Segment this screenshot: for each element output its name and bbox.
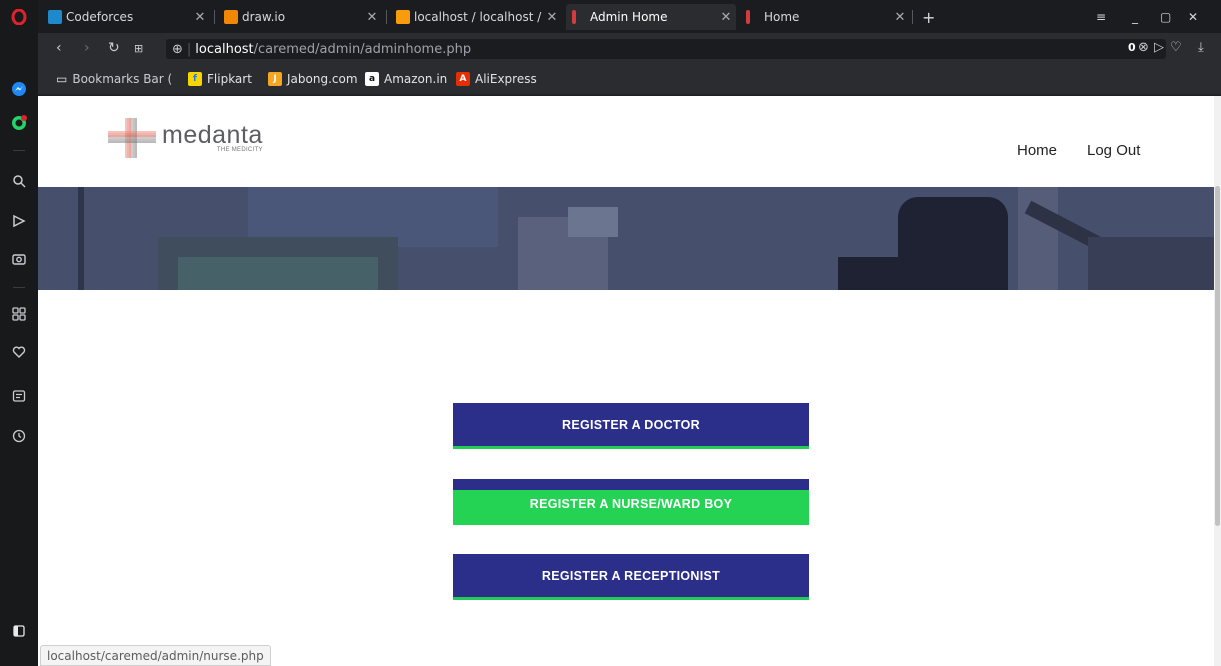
bookmark-label: Amazon.in [384, 72, 448, 86]
reload-icon[interactable]: ↻ [108, 40, 120, 56]
browser-sidebar [0, 0, 38, 666]
restore-icon[interactable]: ▢ [1154, 4, 1174, 30]
close-icon[interactable]: ✕ [716, 10, 736, 25]
heart-icon[interactable] [0, 341, 38, 363]
camera-icon[interactable] [0, 248, 38, 270]
amazon-icon: a [365, 72, 379, 86]
opera-logo-icon[interactable] [0, 6, 38, 28]
url-field[interactable]: ⊕ | localhost/caremed/admin/adminhome.ph… [166, 39, 1166, 59]
link-status-bar: localhost/caremed/admin/nurse.php [40, 645, 271, 666]
page-scrollbar[interactable] [1214, 96, 1221, 666]
bookmark-label: Flipkart [207, 72, 252, 86]
nav-logout-link[interactable]: Log Out [1087, 142, 1140, 159]
tab-strip: Codeforces ✕ draw.io ✕ localhost / local… [38, 0, 1221, 33]
tab-admin-home[interactable]: Admin Home ✕ [566, 4, 736, 30]
button-label: REGISTER A NURSE/WARD BOY [529, 497, 733, 511]
codeforces-favicon-icon [48, 10, 62, 24]
bookmark-label: Bookmarks Bar ( [72, 72, 173, 86]
tab-menu-icon[interactable]: ≡ [1090, 4, 1110, 30]
forward-icon[interactable]: › [84, 40, 90, 56]
back-icon[interactable]: ‹ [56, 40, 62, 56]
close-icon[interactable]: ✕ [890, 10, 910, 25]
flipkart-icon: f [188, 72, 202, 86]
bookmark-amazon[interactable]: a Amazon.in [365, 72, 447, 86]
register-doctor-button[interactable]: REGISTER A DOCTOR [453, 403, 809, 449]
history-icon[interactable] [0, 425, 38, 447]
new-tab-button[interactable]: + [916, 4, 940, 30]
send-icon[interactable] [0, 210, 38, 232]
globe-icon: ⊕ [172, 41, 183, 57]
tab-title: Home [764, 10, 800, 24]
sidebar-divider [13, 150, 25, 151]
register-receptionist-button[interactable]: REGISTER A RECEPTIONIST [453, 554, 809, 600]
tab-codeforces[interactable]: Codeforces ✕ [42, 4, 210, 30]
hero-banner [38, 187, 1214, 290]
jabong-icon: J [268, 72, 282, 86]
tab-title: Codeforces [66, 10, 134, 24]
tab-home[interactable]: Home ✕ [740, 4, 910, 30]
close-icon[interactable]: ✕ [542, 10, 562, 25]
heart-icon[interactable]: ♡ [1170, 40, 1182, 55]
bookmark-flipkart[interactable]: f Flipkart [188, 72, 252, 86]
messenger-icon[interactable] [0, 78, 38, 100]
url-divider: | [186, 41, 192, 57]
medanta-favicon-icon [746, 10, 750, 24]
tab-title: Admin Home [590, 10, 668, 24]
phpmyadmin-favicon-icon [396, 10, 410, 24]
status-url: localhost/caremed/admin/nurse.php [47, 648, 264, 663]
news-icon[interactable] [0, 385, 38, 407]
tab-divider [386, 10, 387, 24]
url-host: localhost [195, 41, 254, 57]
medanta-cross-icon [108, 118, 156, 158]
bookmark-label: Jabong.com [287, 72, 358, 86]
tab-divider [214, 10, 215, 24]
hospital-room-image [38, 187, 1214, 290]
tab-title: localhost / localhost / [414, 10, 542, 24]
logo-text: medanta THE MEDICITY [162, 121, 263, 154]
logo-wordmark: medanta [162, 121, 263, 149]
send-icon[interactable]: ▷ [1154, 40, 1164, 55]
window-close-icon[interactable]: ✕ [1182, 4, 1202, 30]
adblock-icon[interactable]: ⊗ [1138, 40, 1149, 55]
bookmarks-bar: ▭ Bookmarks Bar ( f Flipkart J Jabong.co… [38, 65, 1221, 95]
scrollbar-thumb[interactable] [1215, 186, 1220, 526]
medanta-favicon-icon [572, 10, 576, 24]
page-viewport: medanta THE MEDICITY Home Log Out REGIST… [38, 96, 1214, 666]
close-icon[interactable]: ✕ [362, 10, 382, 25]
aliexpress-icon: A [456, 72, 470, 86]
close-icon[interactable]: ✕ [190, 10, 210, 25]
site-logo[interactable]: medanta THE MEDICITY [108, 118, 263, 158]
bookmark-jabong[interactable]: J Jabong.com [268, 72, 358, 86]
nav-home-link[interactable]: Home [1017, 142, 1057, 159]
plus-icon: + [922, 7, 936, 27]
button-label: REGISTER A RECEPTIONIST [541, 568, 721, 583]
whatsapp-icon[interactable] [0, 112, 38, 134]
speed-dial-icon[interactable]: ⊞ [134, 42, 143, 55]
tab-drawio[interactable]: draw.io ✕ [218, 4, 382, 30]
sidebar-divider [13, 287, 25, 288]
bookmarks-folder[interactable]: ▭ Bookmarks Bar ( [56, 72, 172, 86]
download-icon[interactable]: ⤓ [1198, 40, 1204, 55]
bookmark-label: AliExpress [475, 72, 537, 86]
folder-icon: ▭ [56, 72, 68, 86]
address-bar-row: ‹ › ↻ ⊞ ⊕ | localhost/caremed/admin/admi… [38, 33, 1221, 65]
drawio-favicon-icon [224, 10, 238, 24]
minimize-icon[interactable]: _ [1126, 4, 1146, 30]
site-header: medanta THE MEDICITY Home Log Out [38, 96, 1214, 187]
url-path: /caremed/admin/adminhome.php [253, 41, 472, 57]
search-icon[interactable] [0, 170, 38, 192]
sidebar-toggle-icon[interactable] [0, 620, 38, 642]
speed-dial-icon[interactable] [0, 303, 38, 325]
button-label: REGISTER A DOCTOR [562, 417, 700, 432]
adblock-count: 0 [1128, 41, 1136, 54]
bookmark-aliexpress[interactable]: A AliExpress [456, 72, 537, 86]
tab-title: draw.io [242, 10, 286, 24]
tab-phpmyadmin[interactable]: localhost / localhost / ✕ [390, 4, 562, 30]
tab-divider [912, 10, 913, 24]
register-nurse-button[interactable]: REGISTER A NURSE/WARD BOY [453, 479, 809, 525]
